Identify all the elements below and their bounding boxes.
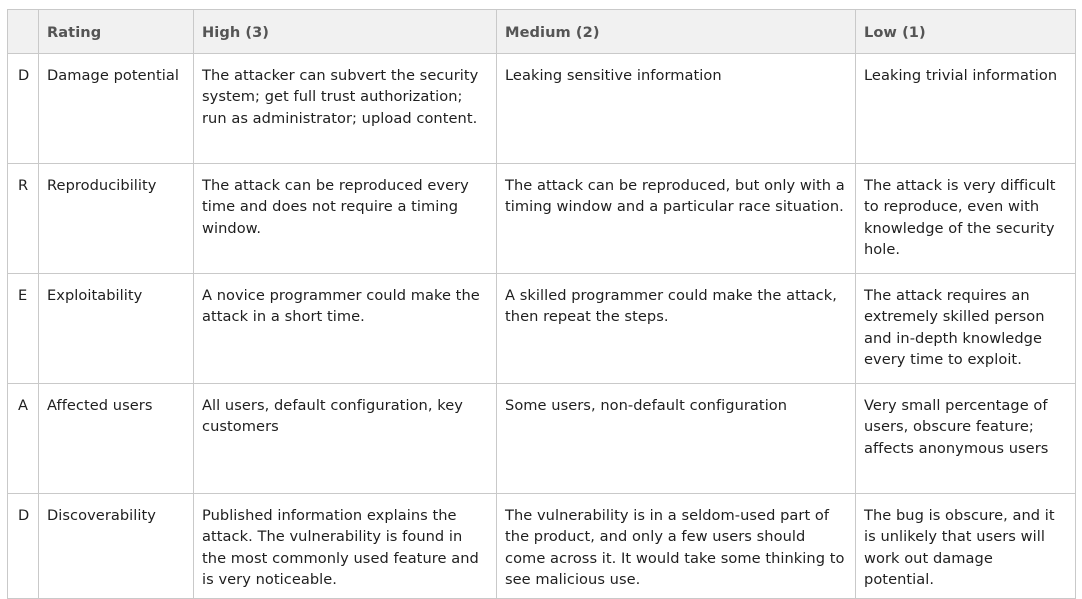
row-letter: R (7, 163, 39, 274)
table-header: Rating High (3) Medium (2) Low (1) (7, 9, 1076, 54)
table-row-discoverability: D Discoverability Published information … (7, 492, 1076, 599)
dread-rating-table-container: Rating High (3) Medium (2) Low (1) D Dam… (7, 9, 1076, 599)
row-low-cell: Leaking trivial information (855, 53, 1076, 164)
row-category: Damage potential (38, 53, 194, 164)
row-category: Affected users (38, 383, 194, 494)
table-row-affected-users: A Affected users All users, default conf… (7, 383, 1076, 494)
row-medium-cell: The attack can be reproduced, but only w… (496, 163, 856, 274)
row-low-cell: The attack is very difficult to reproduc… (855, 163, 1076, 274)
row-letter: D (7, 492, 39, 599)
row-medium-cell: A skilled programmer could make the atta… (496, 273, 856, 384)
header-blank-cell (7, 9, 39, 54)
row-medium-cell: Leaking sensitive information (496, 53, 856, 164)
row-high-cell: The attacker can subvert the security sy… (193, 53, 497, 164)
row-low-cell: The bug is obscure, and it is unlikely t… (855, 492, 1076, 599)
header-medium: Medium (2) (496, 9, 856, 54)
header-rating: Rating (38, 9, 194, 54)
row-category: Discoverability (38, 492, 194, 599)
row-low-cell: The attack requires an extremely skilled… (855, 273, 1076, 384)
row-medium-cell: Some users, non-default configuration (496, 383, 856, 494)
row-high-cell: Published information explains the attac… (193, 492, 497, 599)
row-letter: D (7, 53, 39, 164)
header-low: Low (1) (855, 9, 1076, 54)
row-letter: E (7, 273, 39, 384)
header-high: High (3) (193, 9, 497, 54)
dread-rating-table: Rating High (3) Medium (2) Low (1) D Dam… (7, 9, 1076, 599)
row-category: Reproducibility (38, 163, 194, 274)
table-row-exploitability: E Exploitability A novice programmer cou… (7, 273, 1076, 384)
row-low-cell: Very small percentage of users, obscure … (855, 383, 1076, 494)
table-row-reproducibility: R Reproducibility The attack can be repr… (7, 163, 1076, 274)
row-letter: A (7, 383, 39, 494)
row-category: Exploitability (38, 273, 194, 384)
row-high-cell: The attack can be reproduced every time … (193, 163, 497, 274)
row-high-cell: A novice programmer could make the attac… (193, 273, 497, 384)
row-high-cell: All users, default configuration, key cu… (193, 383, 497, 494)
table-row-damage-potential: D Damage potential The attacker can subv… (7, 53, 1076, 164)
row-medium-cell: The vulnerability is in a seldom-used pa… (496, 492, 856, 599)
header-row: Rating High (3) Medium (2) Low (1) (7, 9, 1076, 54)
table-body: D Damage potential The attacker can subv… (7, 53, 1076, 599)
